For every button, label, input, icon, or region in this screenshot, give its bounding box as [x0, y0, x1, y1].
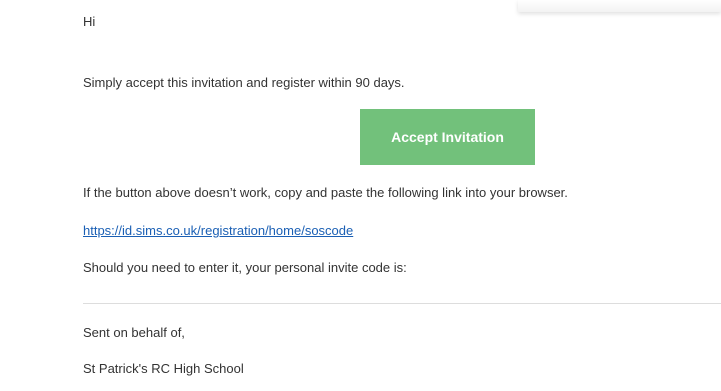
sent-on-behalf-text: Sent on behalf of, — [83, 325, 185, 340]
greeting-text: Hi — [83, 14, 96, 29]
accept-invitation-button[interactable]: Accept Invitation — [360, 109, 535, 165]
school-name: St Patrick's RC High School — [83, 361, 244, 376]
top-panel-edge — [518, 0, 721, 12]
divider — [83, 303, 721, 304]
intro-text: Simply accept this invitation and regist… — [83, 75, 405, 90]
registration-link[interactable]: https://id.sims.co.uk/registration/home/… — [83, 223, 353, 239]
fallback-instructions: If the button above doesn’t work, copy a… — [83, 185, 568, 200]
invite-code-text: Should you need to enter it, your person… — [83, 260, 407, 275]
